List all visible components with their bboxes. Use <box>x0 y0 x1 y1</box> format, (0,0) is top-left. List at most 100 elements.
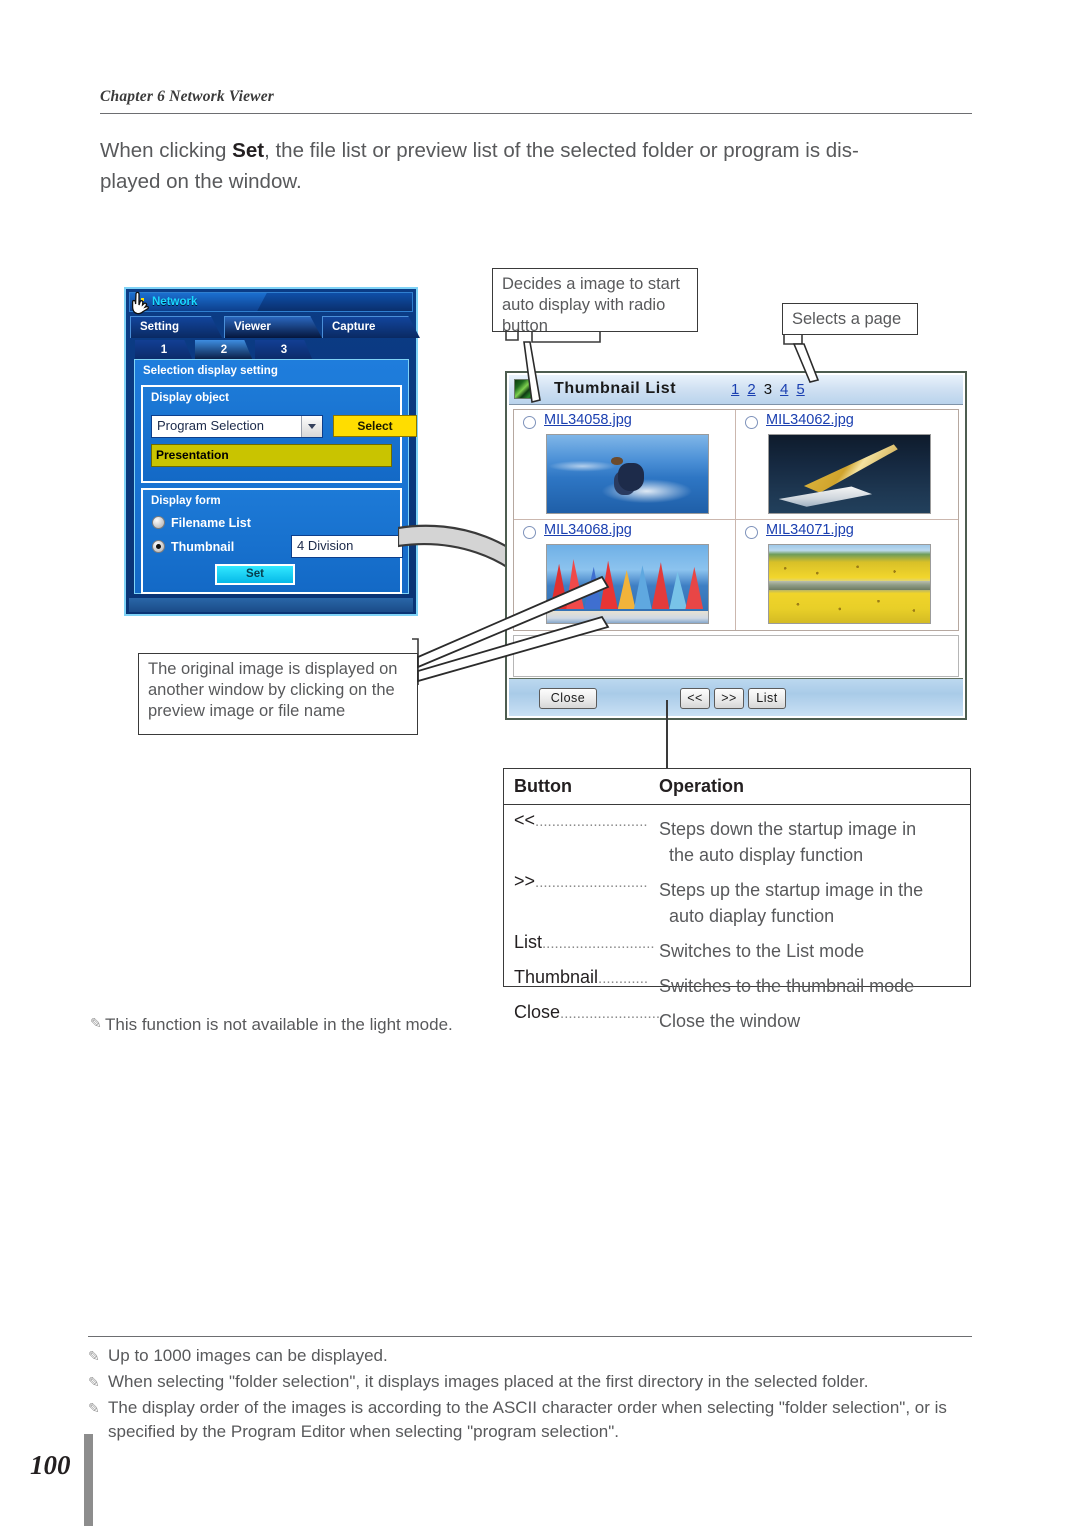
footer-note-1: ✎ Up to 1000 images can be displayed. <box>88 1344 978 1368</box>
row-dots: ........................... <box>542 935 655 952</box>
network-main-tabs: Setting Viewer Capture <box>130 316 420 338</box>
thumbnail-filename-4[interactable]: MIL34071.jpg <box>766 522 854 538</box>
row-description: Switches to the List mode <box>659 941 865 961</box>
table-row: List........................... Switches … <box>504 929 970 964</box>
division-select[interactable]: 4 Division <box>291 535 403 558</box>
footer-divider <box>88 1336 972 1338</box>
row-description-cont: auto diaplay function <box>669 906 835 926</box>
column-header-operation: Operation <box>659 776 745 796</box>
tab-viewer[interactable]: Viewer <box>224 316 322 338</box>
next-button[interactable]: >> <box>714 688 744 709</box>
intro-line-2: played on the window. <box>100 170 302 193</box>
row-button-label: List <box>514 932 543 952</box>
pencil-icon: ✎ <box>88 1400 100 1416</box>
division-value: 4 Division <box>297 538 354 553</box>
display-form-label: Display form <box>151 495 221 507</box>
page-edge-bar <box>84 1434 93 1526</box>
row-description-cont: the auto display function <box>669 845 864 865</box>
leader-line-original-image <box>412 575 610 685</box>
network-dialog-footer <box>129 598 413 612</box>
row-description: Steps down the startup image in <box>659 819 917 839</box>
footer-note-3: ✎ The display order of the images is acco… <box>88 1396 978 1444</box>
network-dialog-titlebar: Network <box>129 292 413 312</box>
display-object-value: Program Selection <box>157 418 264 433</box>
network-dialog-body: Selection display setting Display object… <box>134 359 417 594</box>
row-button-label: Thumbnail <box>514 967 599 987</box>
page-link-1[interactable]: 1 <box>731 381 739 398</box>
column-header-button: Button <box>514 776 572 796</box>
row-description: Steps up the startup image in the <box>659 880 924 900</box>
pencil-icon: ✎ <box>90 1015 102 1031</box>
subtab-2[interactable]: 2 <box>195 340 253 361</box>
intro-paragraph: When clicking Set, the file list or prev… <box>100 135 980 197</box>
subtab-1[interactable]: 1 <box>135 340 193 361</box>
program-listbox-item[interactable]: Presentation <box>156 448 229 462</box>
thumbnail-cell[interactable]: MIL34058.jpg <box>514 410 736 520</box>
row-description: Switches to the thumbnail mode <box>659 976 915 996</box>
footer-note-2-text: When selecting "folder selection", it di… <box>108 1372 869 1391</box>
leader-line-page <box>783 334 820 383</box>
thumbnail-radio-3[interactable] <box>523 526 536 539</box>
row-button-label: << <box>514 810 536 830</box>
set-button[interactable]: Set <box>215 564 295 585</box>
list-button[interactable]: List <box>748 688 786 709</box>
water-skier-photo[interactable] <box>546 434 709 514</box>
page-number: 100 <box>30 1450 71 1480</box>
footer-note-2: ✎ When selecting "folder selection", it d… <box>88 1370 978 1394</box>
radio-thumbnail-label: Thumbnail <box>171 540 235 554</box>
thumbnail-radio-4[interactable] <box>745 526 758 539</box>
row-dots: ............ <box>598 970 649 987</box>
table-row: <<........................... Steps down … <box>504 807 970 868</box>
subtab-3[interactable]: 3 <box>255 340 313 361</box>
callout-original-image: The original image is displayed on anoth… <box>138 653 418 735</box>
network-dialog-title: Network <box>152 296 198 308</box>
select-button[interactable]: Select <box>333 415 417 437</box>
footer-note-1-text: Up to 1000 images can be displayed. <box>108 1346 388 1365</box>
thumbnail-cell[interactable]: MIL34071.jpg <box>736 520 958 630</box>
tab-capture[interactable]: Capture <box>322 316 420 338</box>
leader-line-radio <box>505 330 601 403</box>
thumbnail-cell[interactable]: MIL34062.jpg <box>736 410 958 520</box>
button-operation-table: Button Operation <<.....................… <box>503 768 971 1031</box>
row-dots: ........................... <box>535 874 648 891</box>
callout-selects-page: Selects a page <box>782 303 918 335</box>
pencil-icon: ✎ <box>88 1348 100 1364</box>
thumbnail-radio-2[interactable] <box>745 416 758 429</box>
thumbnail-filename-2[interactable]: MIL34062.jpg <box>766 412 854 428</box>
table-row: Thumbnail............ Switches to the thu… <box>504 964 970 999</box>
footer-note-3-text: The display order of the images is accor… <box>108 1398 947 1441</box>
display-form-group: Display form Filename List Thumbnail 4 D… <box>141 488 403 594</box>
pointing-hand-cursor <box>131 291 149 315</box>
radio-icon-filename-list[interactable] <box>152 516 165 529</box>
footer-notes: ✎ Up to 1000 images can be displayed. ✎ Wh… <box>88 1344 978 1446</box>
pencil-icon: ✎ <box>88 1374 100 1390</box>
row-dots: ........................... <box>535 813 648 830</box>
intro-bold-set: Set <box>232 139 265 162</box>
header-divider <box>100 113 972 114</box>
radio-filename-list[interactable]: Filename List <box>152 516 251 530</box>
radio-filename-list-label: Filename List <box>171 516 251 530</box>
radio-thumbnail[interactable]: Thumbnail <box>152 540 234 554</box>
display-object-group: Display object Program Selection Select … <box>141 385 417 483</box>
page-link-2[interactable]: 2 <box>747 381 755 398</box>
yellow-sailboat-photo[interactable] <box>768 434 931 514</box>
callout-radio-button: Decides a image to start auto display wi… <box>492 268 698 335</box>
program-listbox[interactable]: Presentation <box>151 444 392 467</box>
radio-icon-thumbnail[interactable] <box>152 540 165 553</box>
sunflower-field-photo[interactable] <box>768 544 931 624</box>
row-button-label: >> <box>514 871 536 891</box>
chevron-down-icon[interactable] <box>301 416 322 437</box>
table-header-row: Button Operation <box>504 769 970 805</box>
leader-line-toolbar-table <box>666 700 668 770</box>
display-object-select[interactable]: Program Selection <box>151 415 323 438</box>
note-light-mode-text: This function is not available in the li… <box>105 1015 453 1034</box>
table-row: >>........................... Steps up th… <box>504 868 970 929</box>
table-body: <<........................... Steps down … <box>504 807 970 1034</box>
network-dialog-window[interactable]: Network Setting Viewer Capture 1 2 3 Sel… <box>124 287 420 616</box>
thumbnail-filename-3[interactable]: MIL34068.jpg <box>544 522 632 538</box>
intro-text-pre: When clicking <box>100 139 233 162</box>
page-current-3: 3 <box>763 381 773 398</box>
note-light-mode: ✎ This function is not available in the l… <box>90 1013 790 1037</box>
selection-display-setting-title: Selection display setting <box>143 365 278 377</box>
chapter-header: Chapter 6 Network Viewer <box>100 88 275 105</box>
